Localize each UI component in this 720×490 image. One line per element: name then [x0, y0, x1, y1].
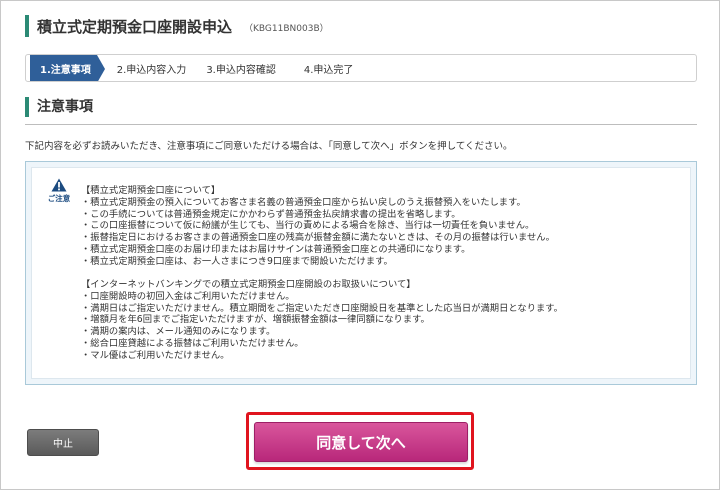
notice-line: ・積立式定期預金口座のお届け印またはお届けサインは普通預金口座との共通印になりま… — [81, 243, 471, 255]
warning-icon — [51, 178, 67, 192]
progress-steps: 1.注意事項 2.申込内容入力 3.申込内容確認 4.申込完了 — [25, 54, 697, 82]
step-1-current: 1.注意事項 — [30, 55, 105, 81]
notice-box: ご注意 【積立式定期預金口座について】 ・積立式定期預金の預入についてお客さま名… — [25, 161, 697, 385]
notice-line: ・積立式定期預金口座は、お一人さまにつき9口座まで開設いただけます。 — [81, 255, 393, 267]
notice-spacer — [81, 268, 641, 280]
title-accent-bar — [25, 15, 29, 37]
step-4: 4.申込完了 — [303, 64, 354, 76]
notice-line: ・総合口座貸越による振替はご利用いただけません。 — [81, 338, 304, 350]
notice-line: ・この口座振替について仮に紛議が生じても、当行の責めによる場合を除き、当行は一切… — [81, 220, 535, 232]
notice-line: ・増額月を年6回までご指定いただけますが、増額振替金額は一律同額になります。 — [81, 314, 430, 326]
caution-badge: ご注意 — [44, 178, 74, 204]
section-heading: 注意事項 — [25, 97, 697, 125]
page-header: 積立式定期預金口座開設申込 （KBG11BN003B） — [25, 15, 329, 37]
notice-text: 【積立式定期預金口座について】 ・積立式定期預金の預入についてお客さま名義の普通… — [81, 185, 641, 362]
notice-line: ・積立式定期預金の預入についてお客さま名義の普通預金口座から払い戻しのうえ振替預… — [81, 196, 526, 208]
notice-line: ・口座開設時の初回入金はご利用いただけません。 — [81, 290, 295, 302]
agree-next-button[interactable]: 同意して次へ — [254, 422, 468, 462]
page-frame: 積立式定期預金口座開設申込 （KBG11BN003B） 1.注意事項 2.申込内… — [0, 0, 720, 490]
section-title: 注意事項 — [37, 99, 93, 115]
step-3: 3.申込内容確認 — [206, 64, 276, 76]
notice-line: ・満期の案内は、メール通知のみになります。 — [81, 326, 276, 338]
notice-line: ・振替指定日におけるお客さまの普通預金口座の残高が振替金額に満たないときは、その… — [81, 232, 555, 244]
section-accent-bar — [25, 97, 29, 117]
notice-line: ・この手続については普通預金規定にかかわらず普通預金払戻請求書の提出を省略します… — [81, 208, 461, 220]
step-2: 2.申込内容入力 — [116, 64, 187, 76]
notice-line: ・マル優はご利用いただけません。 — [81, 349, 230, 361]
notice-line: ・満期日はご指定いただけません。積立期間をご指定いただき口座開設日を基準とした応… — [81, 302, 563, 314]
notice-line: 【インターネットバンキングでの積立式定期預金口座開設のお取扱いについて】 — [81, 279, 416, 291]
cancel-button[interactable]: 中止 — [27, 429, 99, 456]
notice-panel: ご注意 【積立式定期預金口座について】 ・積立式定期預金の預入についてお客さま名… — [31, 167, 691, 379]
caution-label: ご注意 — [47, 194, 71, 203]
notice-line: 【積立式定期預金口座について】 — [81, 185, 221, 196]
screen-code: （KBG11BN003B） — [244, 24, 329, 34]
page-title: 積立式定期預金口座開設申込 — [37, 17, 233, 36]
intro-text: 下記内容を必ずお読みいただき、注意事項にご同意いただける場合は、「同意して次へ」… — [25, 141, 513, 152]
